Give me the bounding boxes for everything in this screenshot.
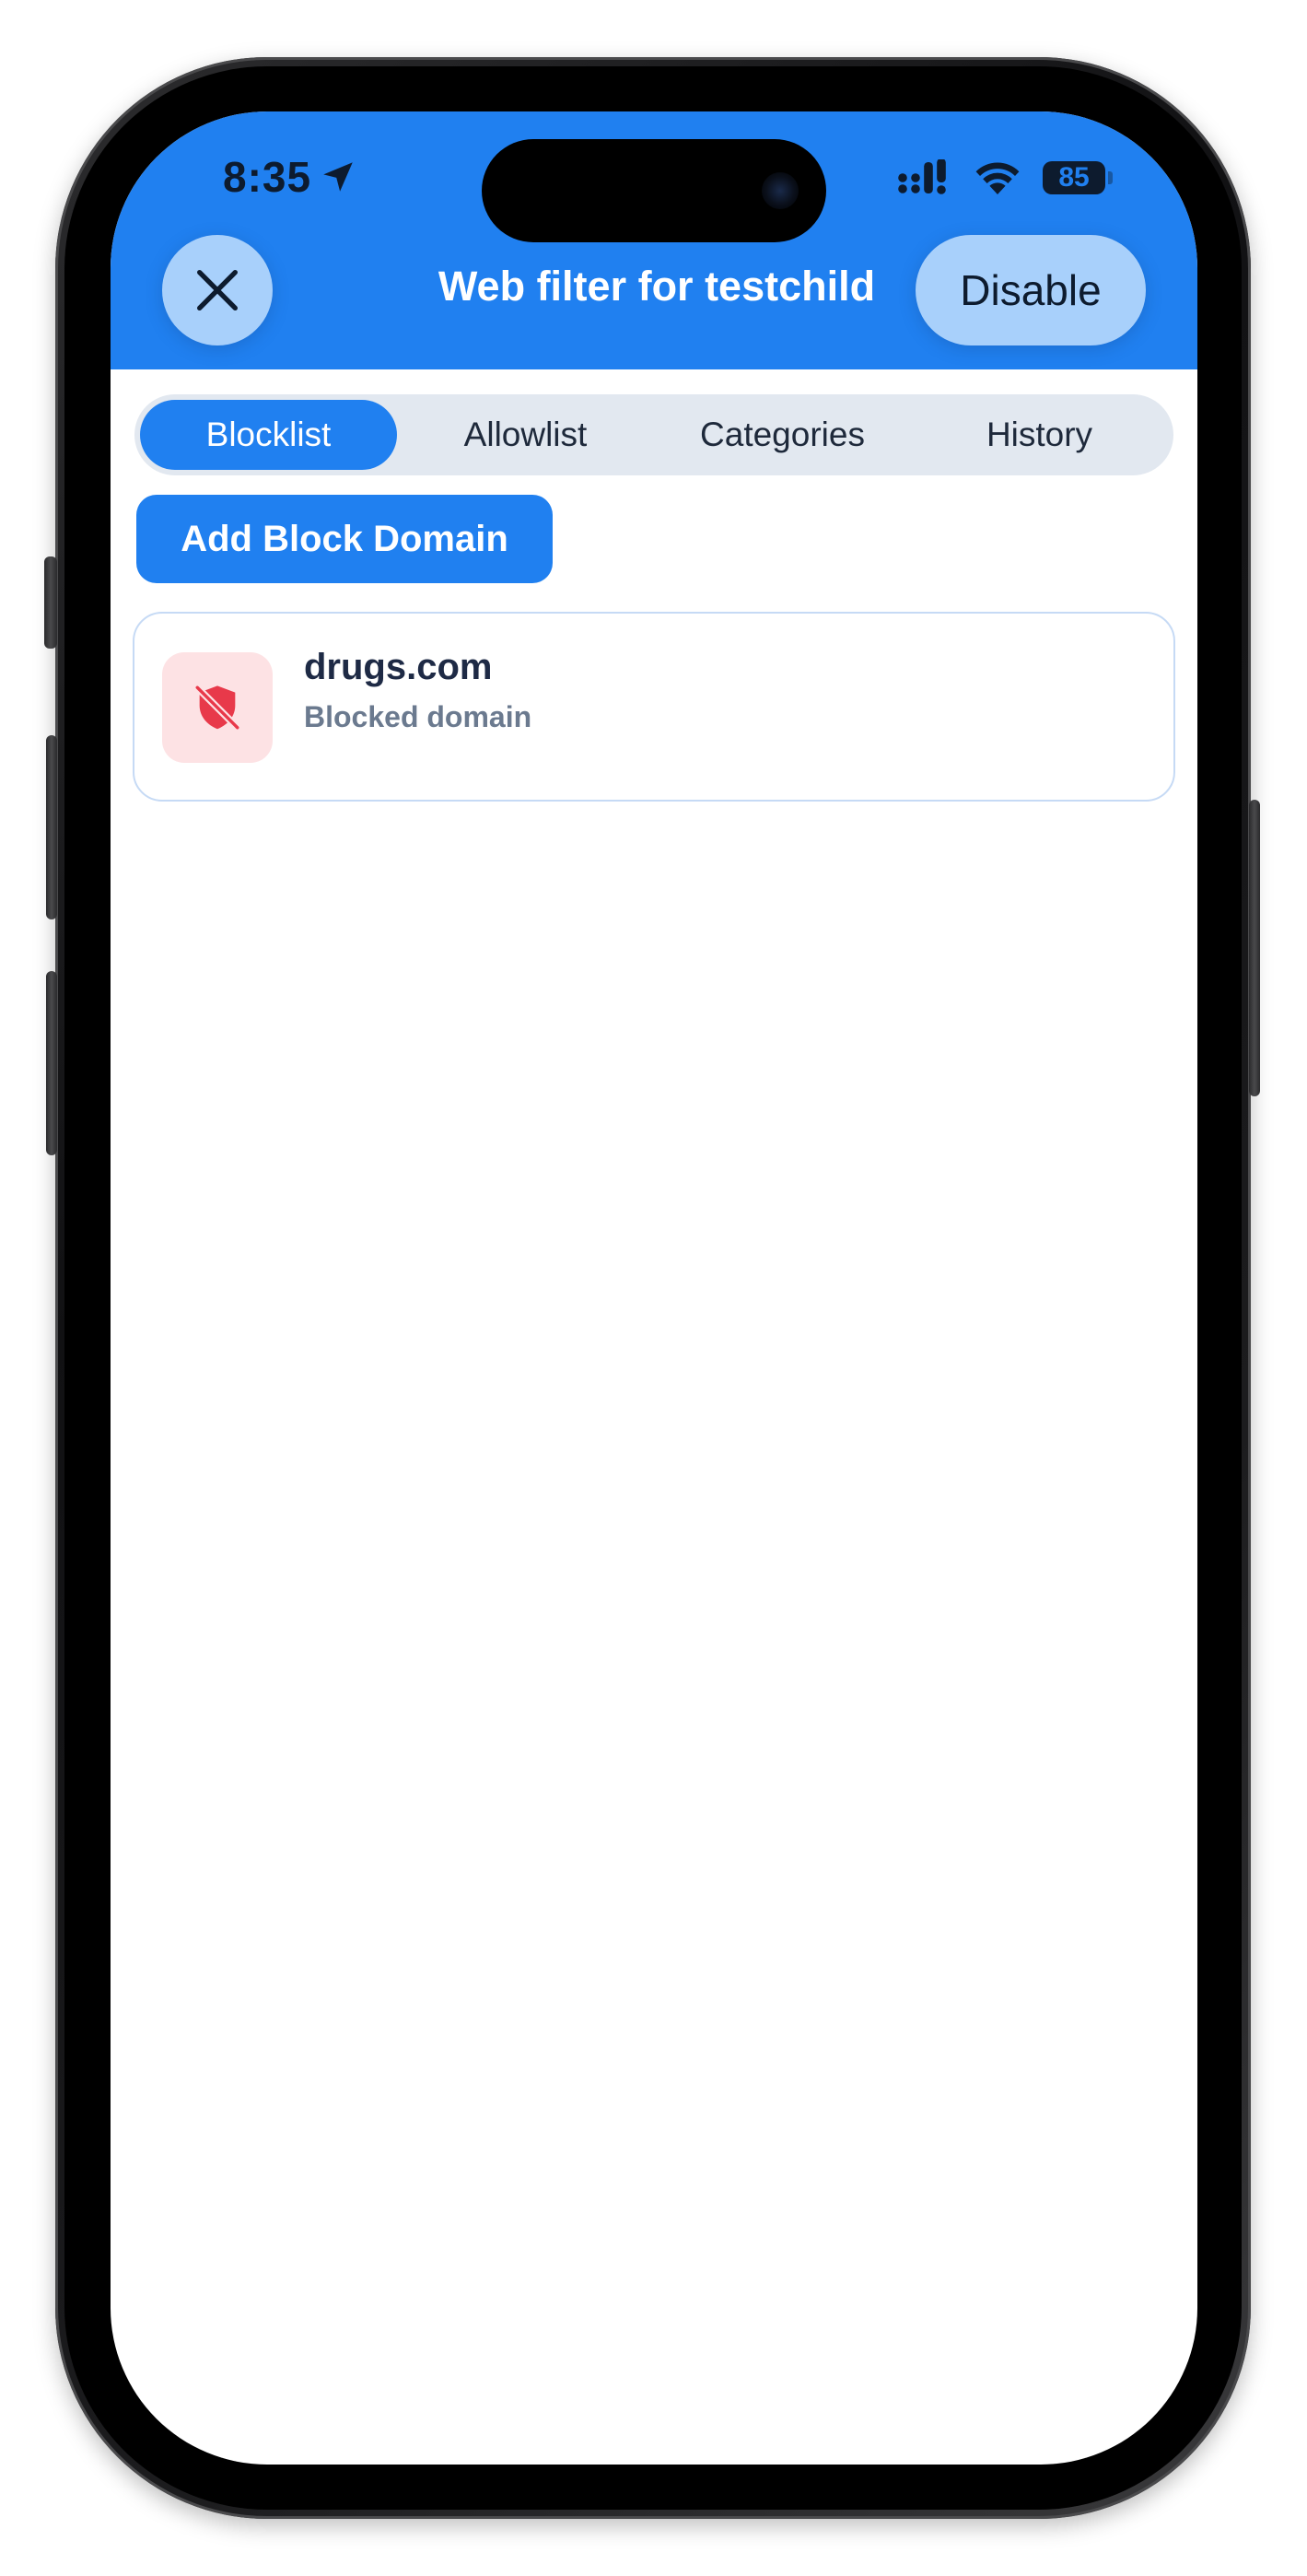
close-icon [197,270,238,310]
tab-blocklist[interactable]: Blocklist [140,400,397,470]
tab-categories[interactable]: Categories [654,400,911,470]
front-camera-icon [762,172,799,209]
page-title: Web filter for testchild [438,263,876,310]
location-arrow-icon [323,162,353,192]
tab-history[interactable]: History [911,400,1168,470]
blocked-icon-badge [162,652,273,763]
screen: 8:35 85 Web filter for testchild Disable… [111,111,1197,2465]
status-time-label: 8:35 [223,153,312,201]
power-button [1249,800,1260,1096]
battery-cap [1108,171,1113,184]
wifi-icon [975,162,1020,194]
status-indicators: 85 [897,159,1113,196]
action-button [44,556,57,649]
domain-name: drugs.com [304,647,493,687]
list-item[interactable]: drugs.com Blocked domain [133,612,1175,802]
volume-up-button [46,735,57,919]
volume-down-button [46,971,57,1155]
battery-level: 85 [1043,161,1106,194]
tab-bar: Blocklist Allowlist Categories History [134,394,1173,475]
tab-allowlist[interactable]: Allowlist [397,400,654,470]
dynamic-island [482,139,826,242]
disable-button[interactable]: Disable [916,235,1146,345]
shield-slash-icon [193,684,241,732]
header-bar: 8:35 85 Web filter for testchild Disable [111,111,1197,369]
status-time: 8:35 [223,152,357,202]
domain-status: Blocked domain [304,700,532,733]
close-button[interactable] [162,235,273,345]
add-block-domain-button[interactable]: Add Block Domain [136,495,553,583]
cellular-signal-icon [898,159,946,194]
battery-indicator: 85 [1043,159,1113,196]
